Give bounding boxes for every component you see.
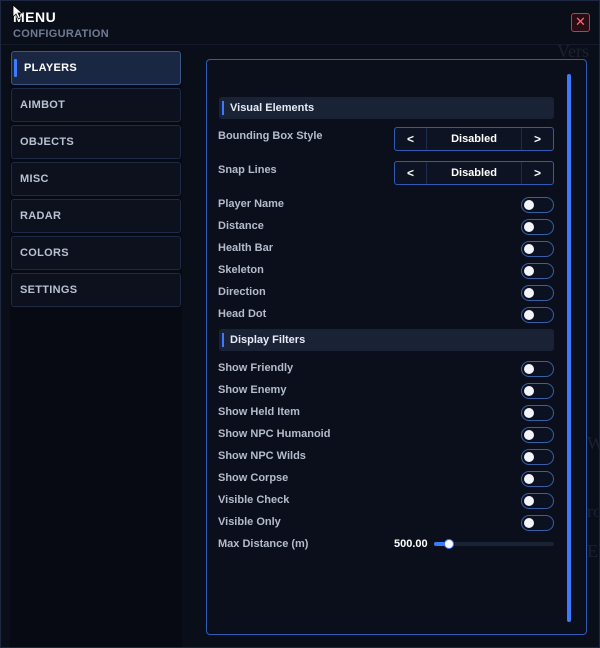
- background-ghost-text: W: [587, 433, 600, 453]
- show-friendly-label: Show Friendly: [218, 362, 294, 374]
- show-enemy-toggle[interactable]: [521, 383, 554, 399]
- mouse-cursor-icon: [12, 4, 24, 20]
- sidebar: PLAYERS AIMBOT OBJECTS MISC RADAR COLORS…: [10, 51, 182, 647]
- toggle-knob: [524, 310, 534, 320]
- direction-toggle[interactable]: [521, 285, 554, 301]
- toggle-knob: [524, 518, 534, 528]
- toggle-knob: [524, 408, 534, 418]
- visible-check-toggle[interactable]: [521, 493, 554, 509]
- visible-only-toggle[interactable]: [521, 515, 554, 531]
- background-ghost-text: E: [587, 541, 598, 561]
- sidebar-item-players[interactable]: PLAYERS: [11, 51, 181, 85]
- bounding-box-style-value: Disabled: [451, 133, 497, 145]
- snap-lines-label: Snap Lines: [218, 164, 277, 176]
- show-corpse-label: Show Corpse: [218, 472, 289, 484]
- bounding-box-prev-button[interactable]: <: [395, 128, 427, 150]
- max-distance-label: Max Distance (m): [218, 538, 309, 550]
- toggle-knob: [524, 452, 534, 462]
- visible-check-label: Visible Check: [218, 494, 290, 506]
- show-npc-humanoid-label: Show NPC Humanoid: [218, 428, 331, 440]
- toggle-knob: [524, 244, 534, 254]
- snap-lines-value: Disabled: [451, 167, 497, 179]
- snap-lines-selector: < Disabled >: [394, 161, 554, 185]
- toggle-knob: [524, 430, 534, 440]
- toggle-knob: [524, 222, 534, 232]
- toggle-knob: [524, 200, 534, 210]
- section-header-display-filters: Display Filters: [219, 329, 554, 351]
- toggle-knob: [524, 364, 534, 374]
- player-name-toggle[interactable]: [521, 197, 554, 213]
- sidebar-item-colors[interactable]: COLORS: [11, 236, 181, 270]
- close-button[interactable]: ✕: [571, 13, 590, 32]
- bounding-box-style-selector: < Disabled >: [394, 127, 554, 151]
- close-icon: ✕: [575, 14, 586, 29]
- toggle-knob: [524, 496, 534, 506]
- visible-only-label: Visible Only: [218, 516, 281, 528]
- toggle-knob: [524, 266, 534, 276]
- snap-lines-prev-button[interactable]: <: [395, 162, 427, 184]
- skeleton-label: Skeleton: [218, 264, 264, 276]
- bounding-box-next-button[interactable]: >: [521, 128, 553, 150]
- max-distance-slider[interactable]: [434, 539, 554, 549]
- show-npc-wilds-toggle[interactable]: [521, 449, 554, 465]
- health-bar-label: Health Bar: [218, 242, 274, 254]
- panel-scrollbar[interactable]: [567, 74, 571, 622]
- head-dot-label: Head Dot: [218, 308, 267, 320]
- head-dot-toggle[interactable]: [521, 307, 554, 323]
- slider-thumb[interactable]: [444, 539, 454, 549]
- toggle-knob: [524, 386, 534, 396]
- menu-window: Vers W ro E MENU CONFIGURATION ✕ PLAYERS…: [0, 0, 600, 648]
- background-ghost-text: ro: [587, 501, 600, 521]
- skeleton-toggle[interactable]: [521, 263, 554, 279]
- max-distance-value: 500.00: [394, 538, 428, 550]
- show-npc-humanoid-toggle[interactable]: [521, 427, 554, 443]
- direction-label: Direction: [218, 286, 266, 298]
- health-bar-toggle[interactable]: [521, 241, 554, 257]
- sidebar-item-settings[interactable]: SETTINGS: [11, 273, 181, 307]
- toggle-knob: [524, 474, 534, 484]
- show-held-item-toggle[interactable]: [521, 405, 554, 421]
- toggle-knob: [524, 288, 534, 298]
- show-held-item-label: Show Held Item: [218, 406, 300, 418]
- show-corpse-toggle[interactable]: [521, 471, 554, 487]
- show-enemy-label: Show Enemy: [218, 384, 287, 396]
- sidebar-item-aimbot[interactable]: AIMBOT: [11, 88, 181, 122]
- bounding-box-style-label: Bounding Box Style: [218, 130, 323, 142]
- snap-lines-next-button[interactable]: >: [521, 162, 553, 184]
- distance-toggle[interactable]: [521, 219, 554, 235]
- show-friendly-toggle[interactable]: [521, 361, 554, 377]
- sidebar-item-objects[interactable]: OBJECTS: [11, 125, 181, 159]
- sidebar-item-misc[interactable]: MISC: [11, 162, 181, 196]
- window-header: MENU CONFIGURATION ✕: [1, 1, 599, 45]
- show-npc-wilds-label: Show NPC Wilds: [218, 450, 306, 462]
- distance-label: Distance: [218, 220, 264, 232]
- player-name-label: Player Name: [218, 198, 285, 210]
- section-header-visual-elements: Visual Elements: [219, 97, 554, 119]
- window-subtitle: CONFIGURATION: [13, 28, 109, 40]
- sidebar-item-radar[interactable]: RADAR: [11, 199, 181, 233]
